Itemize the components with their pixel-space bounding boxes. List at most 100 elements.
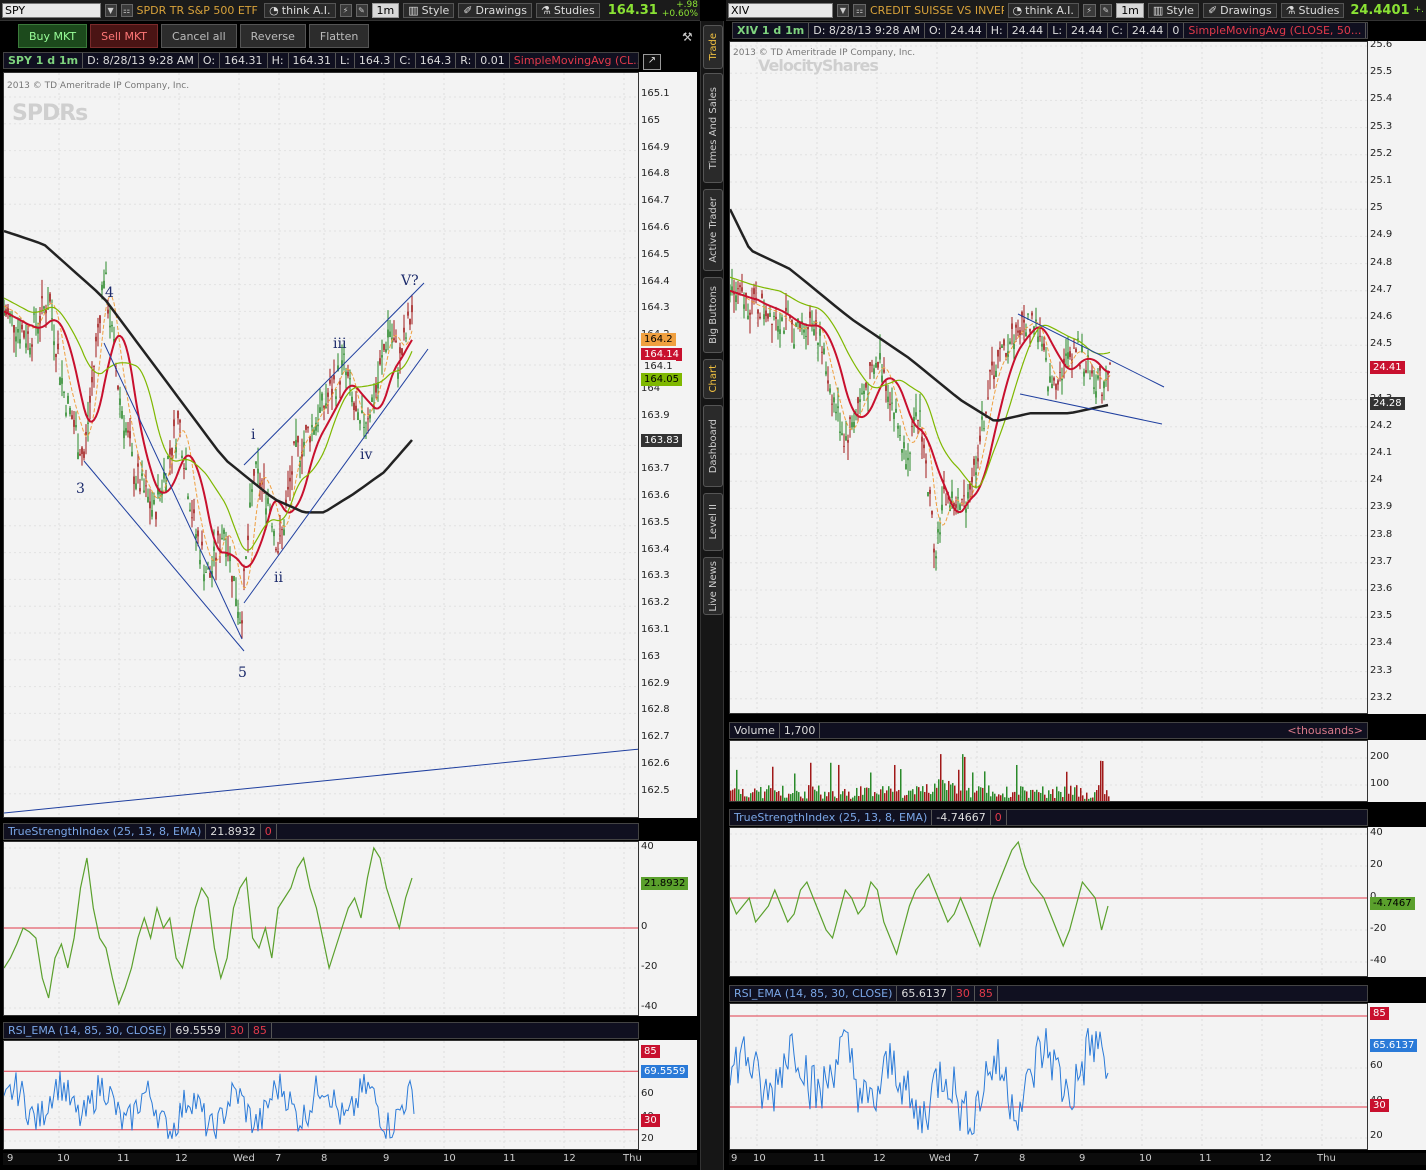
think-ai-button[interactable]: ◔ think A.I. <box>1007 2 1079 18</box>
right-volume-axis: 200 100 <box>1368 740 1426 802</box>
wrench-icon[interactable]: ✎ <box>355 3 368 17</box>
buy-market-button[interactable]: Buy MKT <box>18 24 88 48</box>
studies-button[interactable]: ⚗ Studies <box>1280 2 1345 18</box>
volume-bar <box>804 791 806 801</box>
link-icon[interactable]: ⚏ <box>853 3 866 17</box>
trend-line-2 <box>243 282 425 466</box>
right-tsi-chart[interactable] <box>730 828 1368 977</box>
style-button[interactable]: ▥ Style <box>403 2 455 18</box>
volume-bar <box>880 789 882 801</box>
candle-body <box>891 402 893 404</box>
wrench-settings-icon[interactable]: ⚒ <box>682 30 693 44</box>
price-tick: 24.8 <box>1370 256 1393 268</box>
chevron-down-icon[interactable]: ▼ <box>836 3 850 17</box>
right-info-high-label: H: <box>987 23 1008 38</box>
candle-body <box>753 288 755 295</box>
think-ai-button[interactable]: ◔ think A.I. <box>264 2 336 18</box>
side-tab-live-news[interactable]: Live News <box>703 557 723 615</box>
chevron-down-icon[interactable]: ▼ <box>104 3 117 17</box>
candle-body <box>409 318 411 325</box>
candle-body <box>275 548 277 551</box>
candle-body <box>199 559 201 565</box>
right-volume-value: 1,700 <box>780 723 821 738</box>
order-buttons: Buy MKT Sell MKT Cancel all Reverse Flat… <box>18 24 370 48</box>
candle-body <box>877 361 879 368</box>
candle-body <box>95 336 97 342</box>
candle-body <box>1003 339 1005 346</box>
right-symbol-input[interactable]: XIV <box>728 2 833 18</box>
drawings-button[interactable]: ✐ Drawings <box>1202 2 1277 18</box>
volume-bar <box>948 780 950 801</box>
side-tab-times-and-sales[interactable]: Times And Sales <box>703 73 723 183</box>
left-price-panel[interactable]: 2013 © TD Ameritrade IP Company, Inc. SP… <box>3 72 639 818</box>
left-symbol-input[interactable]: SPY <box>2 2 101 18</box>
candle-body <box>991 361 993 366</box>
time-tick: 11 <box>503 1153 516 1164</box>
price-tick: 163.2 <box>641 597 670 609</box>
reverse-button[interactable]: Reverse <box>239 24 306 48</box>
side-tab-level-ii[interactable]: Level II <box>703 493 723 551</box>
price-tick: 162.7 <box>641 731 670 743</box>
candle-body <box>1055 383 1057 390</box>
candle-body <box>127 430 129 433</box>
link-icon[interactable]: ⚏ <box>120 3 133 17</box>
right-rsi-chart[interactable] <box>730 1004 1368 1150</box>
candle-body <box>101 284 103 291</box>
interval-button[interactable]: 1m <box>1116 2 1144 18</box>
style-button[interactable]: ▥ Style <box>1147 2 1199 18</box>
candle-body <box>271 526 273 528</box>
side-tab-big-buttons[interactable]: Big Buttons <box>703 277 723 353</box>
candle-body <box>129 431 131 439</box>
volume-bar <box>1006 786 1008 801</box>
left-price-chart[interactable] <box>4 73 639 818</box>
cancel-all-button[interactable]: Cancel all <box>161 24 237 48</box>
right-price-panel[interactable]: 2013 © TD Ameritrade IP Company, Inc. Ve… <box>729 41 1368 714</box>
candle-body <box>975 472 977 476</box>
volume-bar <box>990 796 992 801</box>
candle-body <box>785 307 787 312</box>
price-tick: 24 <box>1370 474 1383 486</box>
right-info-high: 24.44 <box>1008 23 1049 38</box>
right-rsi-panel[interactable] <box>729 1003 1368 1150</box>
right-tsi-panel[interactable] <box>729 827 1368 977</box>
volume-bar <box>984 771 986 801</box>
left-tag-164-2: 164.2 <box>641 333 676 346</box>
left-rsi-panel[interactable] <box>3 1040 639 1150</box>
side-tab-dashboard[interactable]: Dashboard <box>703 405 723 487</box>
candle-body <box>1057 380 1059 385</box>
right-volume-panel[interactable] <box>729 740 1368 802</box>
left-tag-164-05: 164.05 <box>641 373 682 386</box>
wrench-icon[interactable]: ✎ <box>1099 3 1113 17</box>
volume-bars <box>730 754 1110 801</box>
candle-body <box>831 403 833 405</box>
candle-body <box>217 530 219 536</box>
flash-icon[interactable]: ⚡ <box>1082 3 1096 17</box>
left-rsi-chart[interactable] <box>4 1041 639 1150</box>
candle-body <box>1101 394 1103 397</box>
side-tab-chart[interactable]: Chart <box>703 359 723 399</box>
left-tsi-chart[interactable] <box>4 842 639 1016</box>
side-tab-trade[interactable]: Trade <box>703 25 723 69</box>
left-tsi-panel[interactable] <box>3 841 639 1016</box>
flatten-button[interactable]: Flatten <box>308 24 370 48</box>
flash-icon[interactable]: ⚡ <box>339 3 352 17</box>
volume-bar <box>840 794 842 801</box>
candle-body <box>343 353 345 355</box>
studies-button[interactable]: ⚗ Studies <box>536 2 600 18</box>
time-tick: 12 <box>175 1153 188 1164</box>
price-tick: 24.9 <box>1370 229 1393 241</box>
volume-bar <box>888 786 890 801</box>
sell-market-button[interactable]: Sell MKT <box>90 24 159 48</box>
right-tag-24-28: 24.28 <box>1370 397 1405 410</box>
candle-body <box>151 509 153 517</box>
candle-body <box>1103 381 1105 389</box>
time-tick: 10 <box>57 1153 70 1164</box>
right-price-chart[interactable] <box>730 42 1368 714</box>
volume-bar <box>758 791 760 801</box>
drawings-button[interactable]: ✐ Drawings <box>458 2 532 18</box>
side-tab-active-trader[interactable]: Active Trader <box>703 189 723 271</box>
interval-button[interactable]: 1m <box>371 2 400 18</box>
expand-icon[interactable]: ↗ <box>643 54 661 70</box>
right-volume-chart[interactable] <box>730 741 1368 802</box>
think-ai-label: think A.I. <box>1025 3 1074 17</box>
